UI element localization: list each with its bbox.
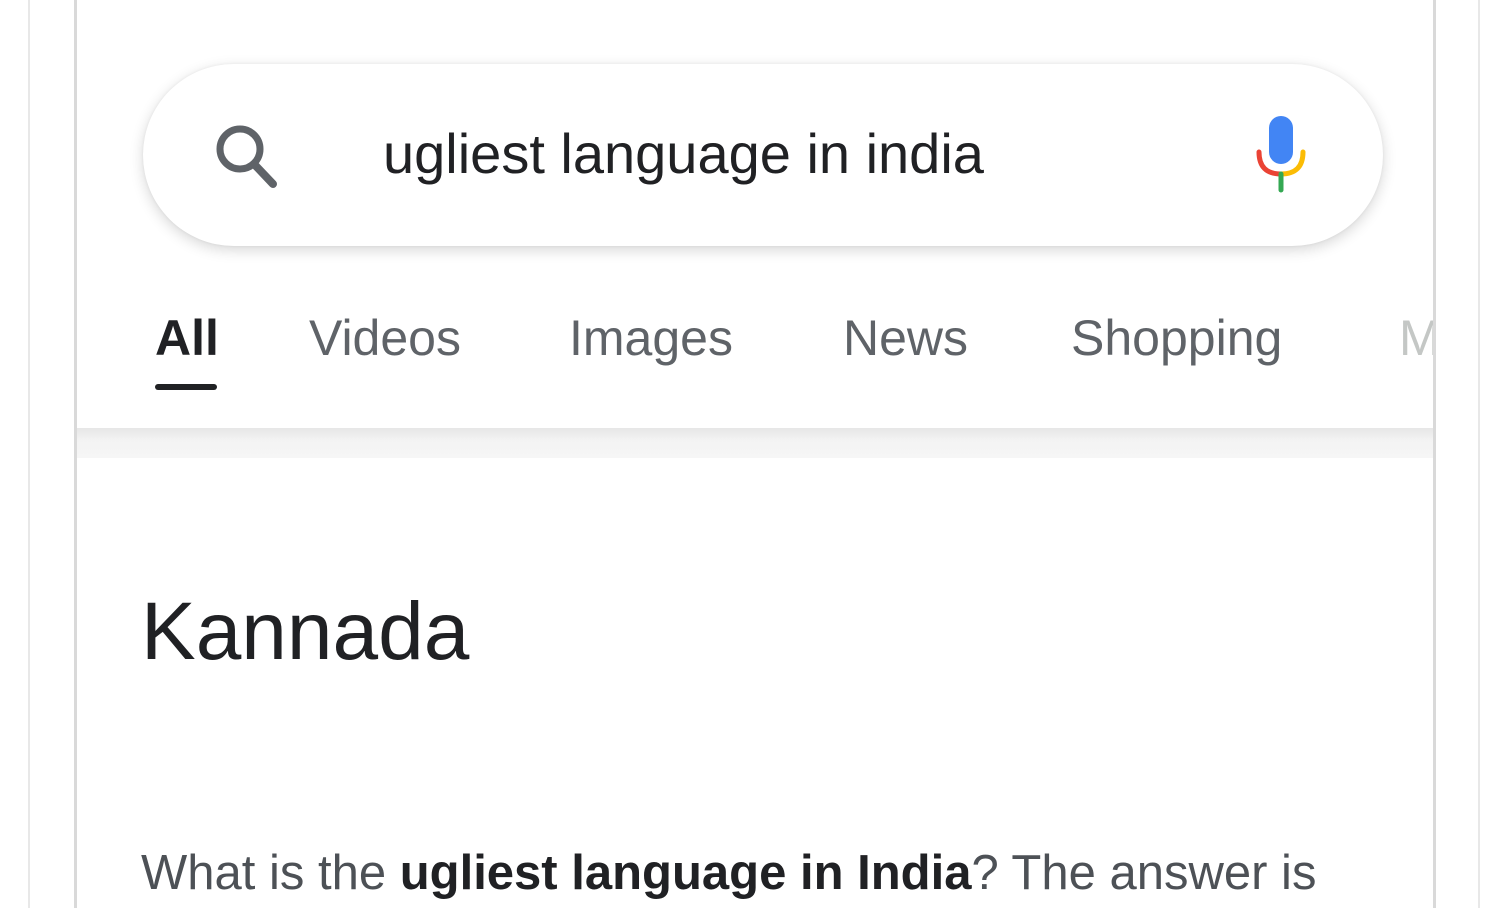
snippet-bold: ugliest language in India <box>399 846 972 900</box>
tab-videos[interactable]: Videos <box>309 298 461 378</box>
tabs-divider <box>77 428 1433 458</box>
tab-images[interactable]: Images <box>569 298 733 378</box>
tab-all[interactable]: All <box>155 298 219 378</box>
search-icon[interactable] <box>207 116 287 196</box>
tab-more[interactable]: M <box>1399 298 1433 378</box>
snippet-prefix: What is the <box>141 846 400 900</box>
search-tabs: All Videos Images News Shopping M <box>77 298 1433 398</box>
tab-news[interactable]: News <box>843 298 968 378</box>
featured-snippet: Kannada What is the ugliest language in … <box>77 458 1433 908</box>
snippet-suffix: ? The answer is <box>971 846 1317 900</box>
search-input[interactable] <box>383 114 1203 194</box>
tab-shopping[interactable]: Shopping <box>1071 298 1282 378</box>
search-bar[interactable] <box>143 64 1383 246</box>
tab-active-indicator <box>155 384 217 390</box>
snippet-text: What is the ugliest language in India? T… <box>141 838 1316 908</box>
phone-screen: All Videos Images News Shopping M Kannad… <box>74 0 1436 908</box>
answer-title: Kannada <box>141 586 470 677</box>
mic-icon[interactable] <box>1249 114 1313 194</box>
